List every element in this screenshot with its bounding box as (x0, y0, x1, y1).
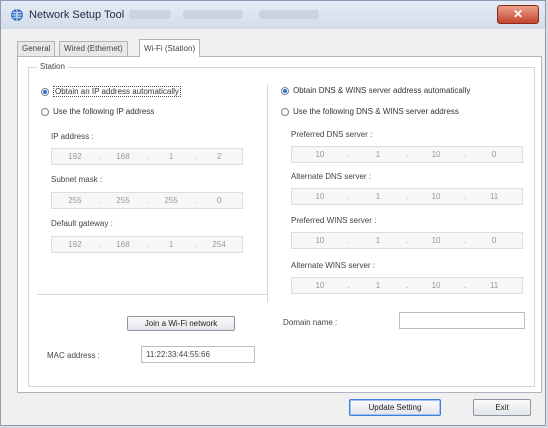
station-group-label: Station (37, 62, 68, 71)
alternate-wins-label: Alternate WINS server : (291, 261, 376, 270)
tab-general[interactable]: General (17, 41, 56, 56)
octet: 2 (216, 152, 222, 161)
octet: 10 (315, 281, 325, 290)
dns-auto-label: Obtain DNS & WINS server address automat… (293, 86, 471, 95)
octet: 10 (431, 281, 441, 290)
title-bar[interactable]: Network Setup Tool ✕ (1, 1, 545, 29)
ip-auto-radio[interactable]: Obtain an IP address automatically (41, 86, 181, 97)
radio-unselected-icon (281, 107, 289, 116)
octet: 11 (489, 281, 499, 290)
dns-manual-radio[interactable]: Use the following DNS & WINS server addr… (281, 107, 459, 116)
ip-address-label: IP address : (51, 132, 94, 141)
network-app-icon (11, 9, 23, 21)
exit-button[interactable]: Exit (473, 399, 531, 416)
mac-address-field: 11:22:33:44:55:66 (141, 346, 255, 363)
alternate-dns-field[interactable]: 10. 1. 10. 11 (291, 188, 523, 205)
alternate-wins-field[interactable]: 10. 1. 10. 11 (291, 277, 523, 294)
octet: 168 (116, 152, 130, 161)
octet: 192 (68, 152, 82, 161)
preferred-dns-field[interactable]: 10. 1. 10. 0 (291, 146, 523, 163)
subnet-mask-field[interactable]: 255. 255. 255. 0 (51, 192, 243, 209)
octet: 1 (168, 152, 174, 161)
octet: 1 (375, 150, 381, 159)
default-gateway-field[interactable]: 192. 168. 1. 254 (51, 236, 243, 253)
radio-selected-icon (41, 87, 49, 96)
octet: 1 (375, 236, 381, 245)
join-wifi-button[interactable]: Join a Wi-Fi network (127, 316, 235, 331)
octet: 192 (68, 240, 82, 249)
title-blur (129, 10, 171, 19)
default-gateway-label: Default gateway : (51, 219, 113, 228)
octet: 10 (315, 236, 325, 245)
network-setup-window: Network Setup Tool ✕ General Wired (Ethe… (0, 0, 546, 426)
ip-address-field[interactable]: 192. 168. 1. 2 (51, 148, 243, 165)
client-area: General Wired (Ethernet) Wi-Fi (Station)… (7, 29, 542, 419)
tab-wifi-station[interactable]: Wi-Fi (Station) (139, 39, 201, 57)
domain-name-label: Domain name : (283, 318, 338, 327)
radio-unselected-icon (41, 107, 49, 116)
octet: 255 (68, 196, 82, 205)
octet: 1 (375, 281, 381, 290)
domain-name-input[interactable] (399, 312, 525, 329)
octet: 255 (116, 196, 130, 205)
octet: 1 (375, 192, 381, 201)
ip-manual-radio[interactable]: Use the following IP address (41, 107, 154, 116)
octet: 168 (116, 240, 130, 249)
octet: 10 (431, 236, 441, 245)
octet: 254 (212, 240, 226, 249)
octet: 0 (491, 236, 497, 245)
mac-address-label: MAC address : (47, 351, 100, 360)
octet: 10 (315, 192, 325, 201)
preferred-dns-label: Preferred DNS server : (291, 130, 373, 139)
dns-auto-radio[interactable]: Obtain DNS & WINS server address automat… (281, 86, 470, 95)
preferred-wins-field[interactable]: 10. 1. 10. 0 (291, 232, 523, 249)
octet: 255 (164, 196, 178, 205)
ip-auto-label: Obtain an IP address automatically (53, 86, 181, 97)
update-setting-button[interactable]: Update Setting (349, 399, 441, 416)
subnet-mask-label: Subnet mask : (51, 175, 103, 184)
title-blur (183, 10, 243, 19)
alternate-dns-label: Alternate DNS server : (291, 172, 372, 181)
ip-manual-label: Use the following IP address (53, 107, 155, 116)
octet: 0 (216, 196, 222, 205)
radio-selected-icon (281, 86, 289, 95)
octet: 10 (431, 150, 441, 159)
dns-manual-label: Use the following DNS & WINS server addr… (293, 107, 459, 116)
title-blur (259, 10, 319, 19)
tab-wired-ethernet[interactable]: Wired (Ethernet) (59, 41, 128, 56)
preferred-wins-label: Preferred WINS server : (291, 216, 377, 225)
station-group: Station Obtain an IP address automatical… (28, 62, 535, 387)
octet: 10 (431, 192, 441, 201)
window-title: Network Setup Tool (29, 9, 125, 21)
octet: 11 (489, 192, 499, 201)
wifi-station-panel: Station Obtain an IP address automatical… (17, 56, 542, 393)
section-divider-horizontal (37, 294, 267, 295)
octet: 0 (491, 150, 497, 159)
octet: 10 (315, 150, 325, 159)
section-divider (267, 84, 268, 302)
close-button[interactable]: ✕ (497, 5, 539, 24)
octet: 1 (168, 240, 174, 249)
